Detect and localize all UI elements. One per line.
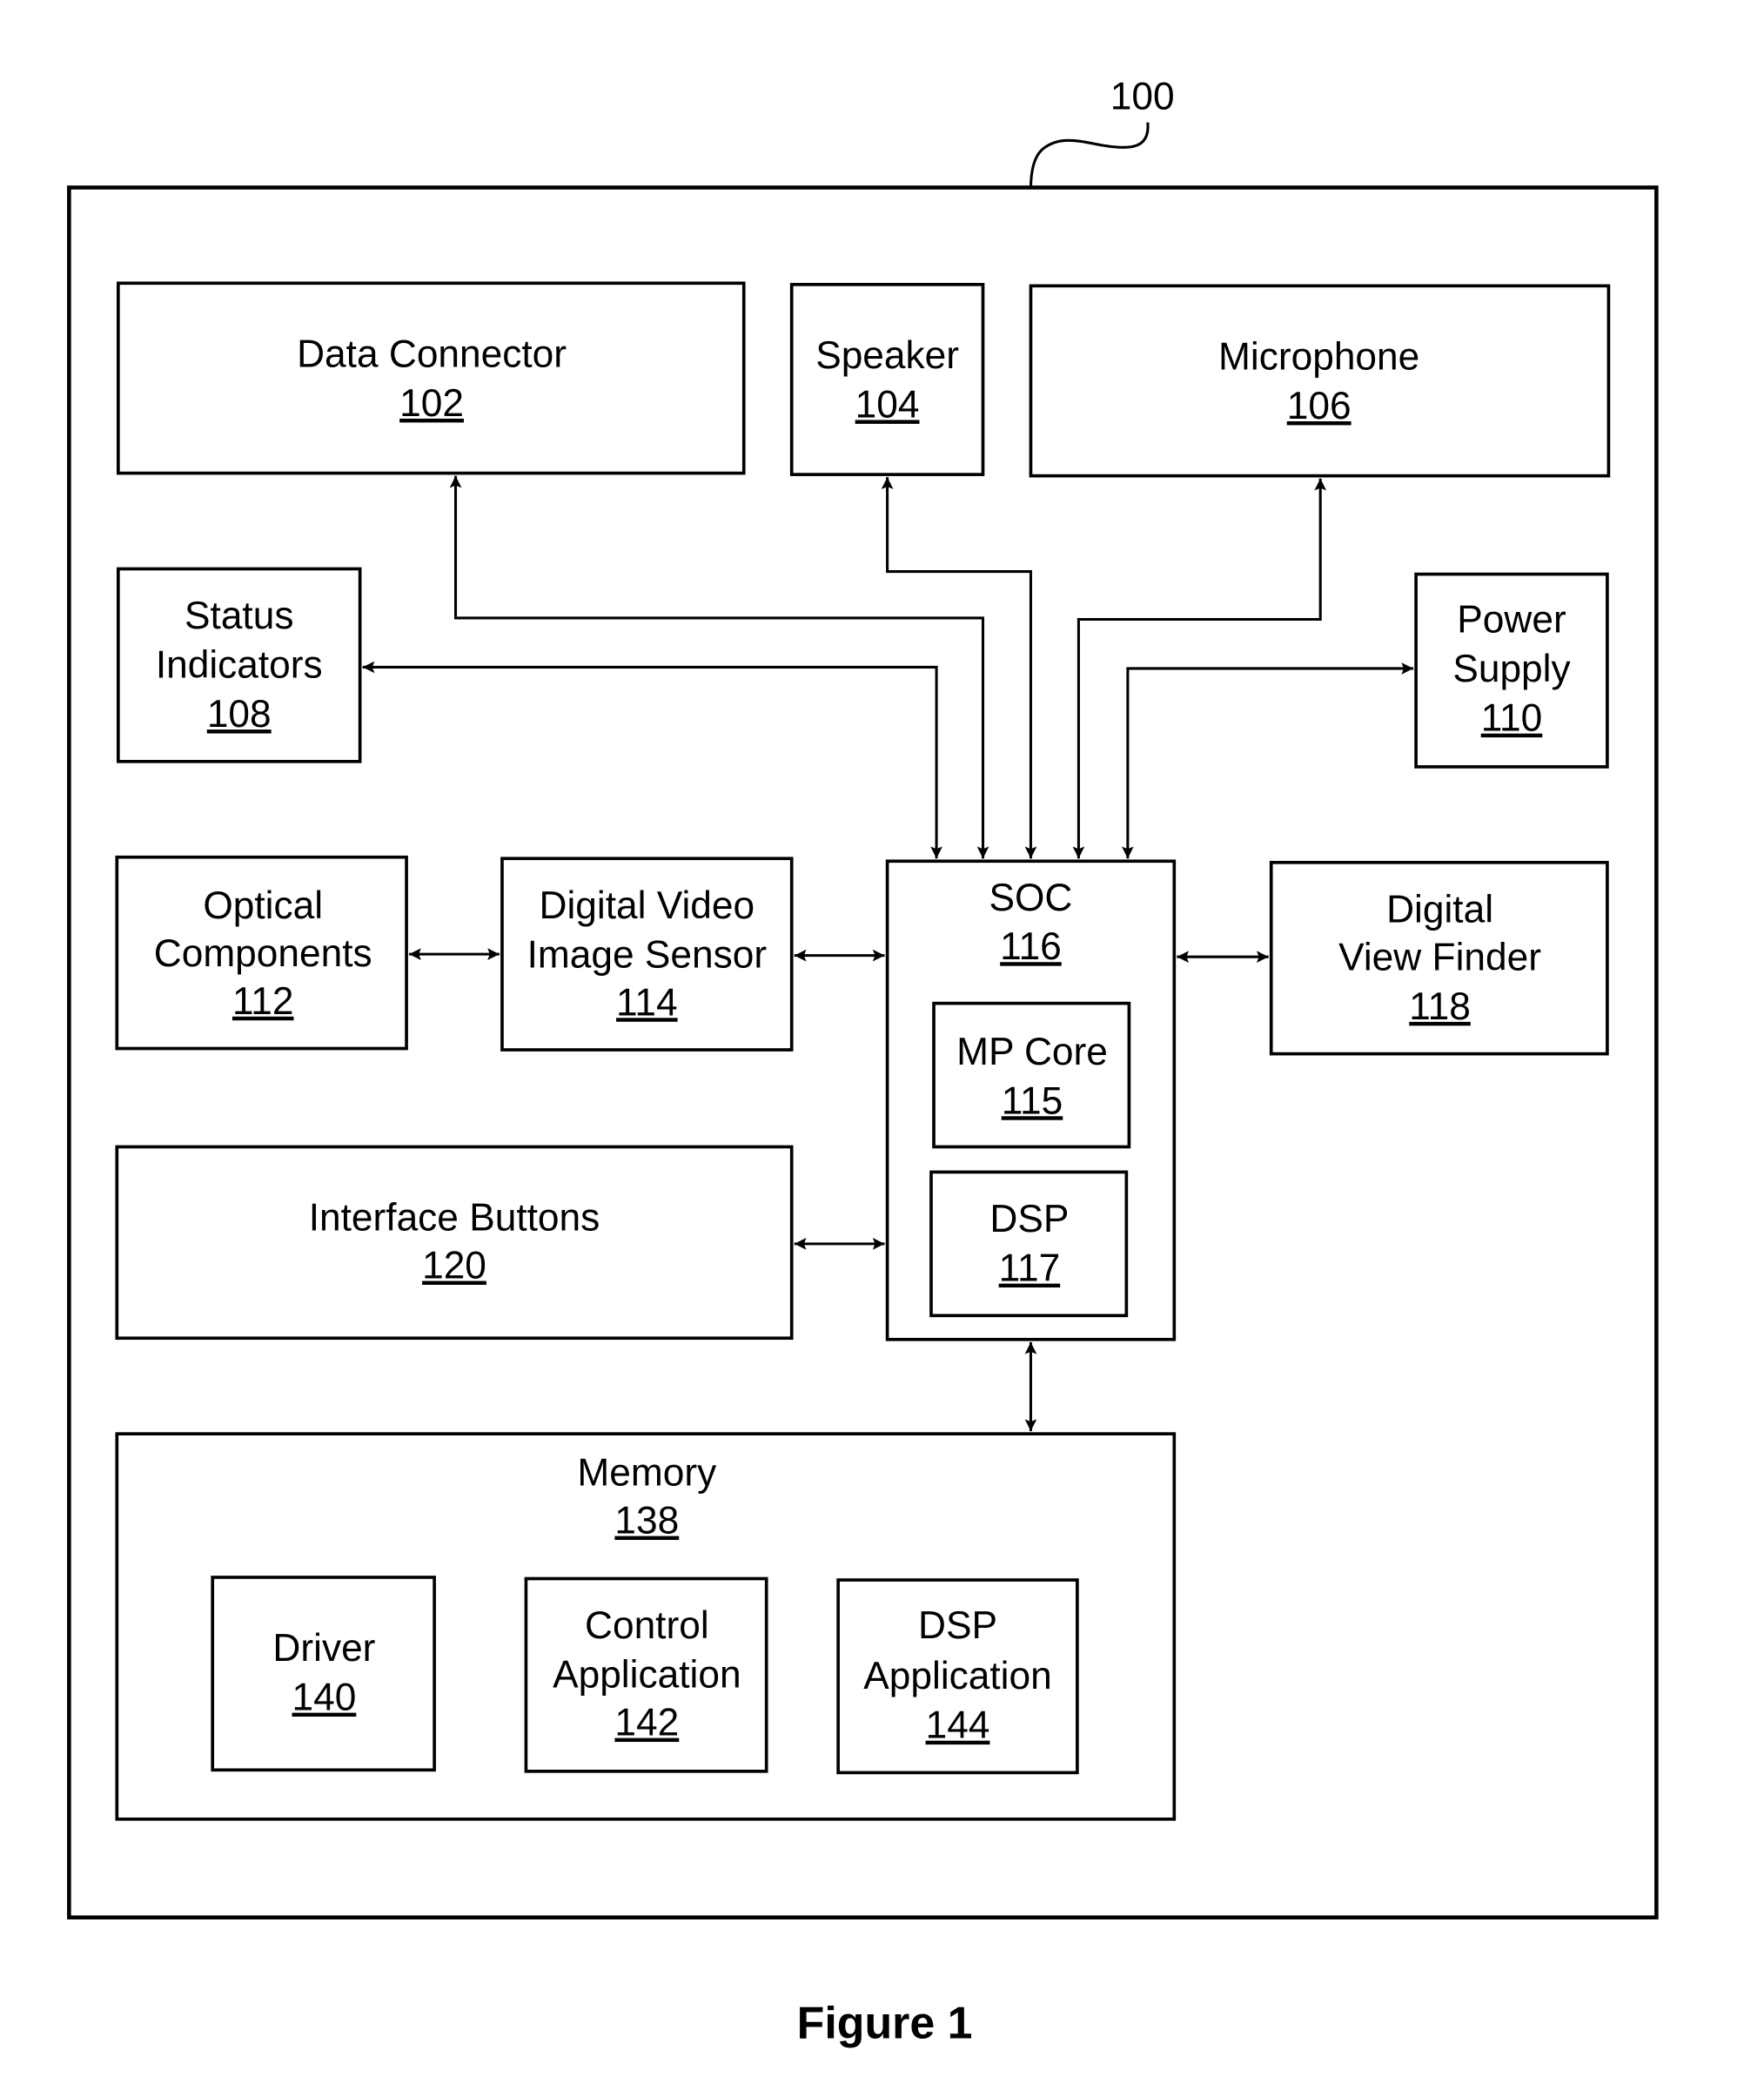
svg-text:MP Core: MP Core xyxy=(956,1031,1108,1073)
block-dsp-application: DSP Application 144 xyxy=(836,1578,1079,1775)
block-diagram: 100 Data Connector 102 Speaker 104 Micro… xyxy=(67,75,1659,2048)
svg-text:Memory: Memory xyxy=(577,1452,717,1495)
block-dsp: DSP 117 xyxy=(929,1170,1129,1318)
block-microphone: Microphone 106 xyxy=(1029,284,1611,478)
svg-text:106: 106 xyxy=(1287,385,1352,427)
reference-leader xyxy=(1029,122,1150,189)
svg-text:102: 102 xyxy=(399,382,464,425)
svg-text:Supply: Supply xyxy=(1452,648,1571,690)
svg-text:140: 140 xyxy=(292,1677,357,1719)
arrow-soc-power-supply xyxy=(1122,662,1414,859)
block-video-image-sensor: Digital Video Image Sensor 114 xyxy=(500,857,794,1052)
svg-text:Data Connector: Data Connector xyxy=(297,333,567,375)
svg-text:114: 114 xyxy=(616,981,678,1024)
block-mp-core: MP Core 115 xyxy=(932,1001,1131,1149)
svg-text:Optical: Optical xyxy=(203,884,323,927)
svg-text:Interface Buttons: Interface Buttons xyxy=(309,1197,600,1240)
block-optical-components: Optical Components 112 xyxy=(115,855,408,1051)
svg-text:112: 112 xyxy=(232,980,294,1023)
svg-text:Speaker: Speaker xyxy=(815,334,959,377)
svg-text:Power: Power xyxy=(1457,599,1566,642)
svg-text:SOC: SOC xyxy=(989,877,1073,919)
svg-text:Digital: Digital xyxy=(1386,888,1493,931)
svg-text:144: 144 xyxy=(926,1704,990,1747)
svg-text:Driver: Driver xyxy=(272,1627,375,1670)
svg-text:Digital Video: Digital Video xyxy=(540,884,755,927)
block-status-indicators: Status Indicators 108 xyxy=(117,567,362,763)
block-control-application: Control Application 142 xyxy=(524,1576,768,1773)
svg-text:Status: Status xyxy=(184,595,293,637)
svg-text:142: 142 xyxy=(614,1702,679,1744)
arrow-soc-status-indicators xyxy=(362,661,942,859)
svg-text:115: 115 xyxy=(1002,1079,1063,1122)
svg-text:Indicators: Indicators xyxy=(156,644,323,687)
block-speaker: Speaker 104 xyxy=(789,283,985,476)
svg-text:110: 110 xyxy=(1481,697,1543,740)
block-interface-buttons: Interface Buttons 120 xyxy=(115,1145,794,1341)
block-power-supply: Power Supply 110 xyxy=(1414,572,1609,769)
svg-text:118: 118 xyxy=(1409,985,1471,1028)
svg-text:120: 120 xyxy=(422,1245,486,1287)
svg-text:Control: Control xyxy=(585,1604,709,1647)
svg-text:104: 104 xyxy=(855,383,920,426)
block-data-connector: Data Connector 102 xyxy=(117,281,746,475)
block-driver: Driver 140 xyxy=(211,1576,436,1772)
block-view-finder: Digital View Finder 118 xyxy=(1269,860,1609,1056)
svg-text:View Finder: View Finder xyxy=(1338,936,1541,978)
svg-text:DSP: DSP xyxy=(989,1198,1069,1240)
svg-text:117: 117 xyxy=(999,1247,1061,1290)
svg-text:138: 138 xyxy=(614,1500,679,1543)
svg-text:Image Sensor: Image Sensor xyxy=(527,933,767,976)
svg-text:Application: Application xyxy=(863,1655,1051,1697)
figure-caption: Figure 1 xyxy=(797,1998,973,2048)
svg-text:DSP: DSP xyxy=(918,1604,997,1647)
svg-text:Application: Application xyxy=(553,1654,741,1697)
figure-reference: 100 xyxy=(1110,75,1175,118)
svg-text:Components: Components xyxy=(154,932,372,975)
svg-text:116: 116 xyxy=(1000,925,1062,968)
svg-text:108: 108 xyxy=(207,693,272,736)
svg-text:Microphone: Microphone xyxy=(1218,336,1419,379)
